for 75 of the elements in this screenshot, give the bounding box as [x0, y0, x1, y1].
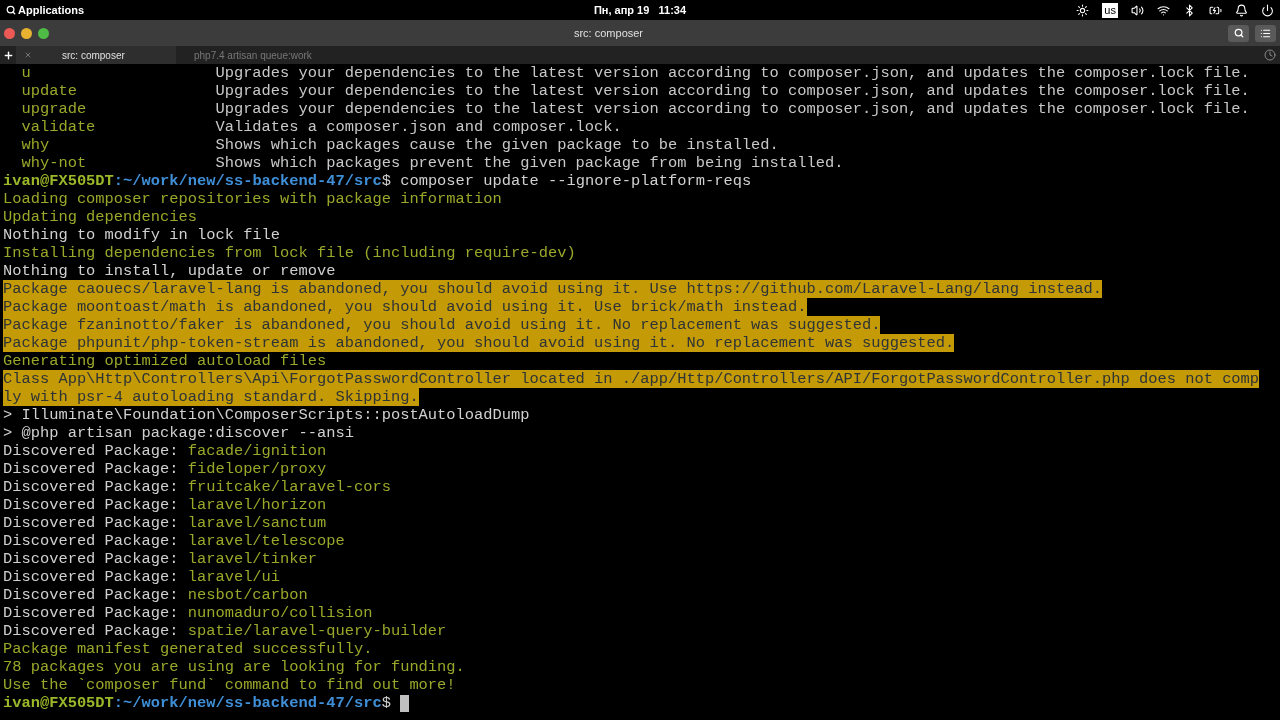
command-name: update	[21, 82, 78, 100]
prompt-user: ivan@FX505DT	[3, 172, 114, 190]
volume-icon[interactable]	[1131, 3, 1144, 17]
package-name: laravel/ui	[187, 568, 281, 586]
tab[interactable]: php7.4 artisan queue:work	[176, 46, 336, 64]
package-name: laravel/horizon	[187, 496, 327, 514]
package-name: facade/ignition	[187, 442, 327, 460]
package-name: laravel/sanctum	[187, 514, 327, 532]
command-name: upgrade	[21, 100, 88, 118]
menu-button[interactable]	[1255, 24, 1276, 42]
package-name: nunomaduro/collision	[187, 604, 373, 622]
maximize-button[interactable]	[38, 27, 49, 39]
output-line: Use the `composer fund` command to find out more!	[3, 676, 456, 694]
package-name: nesbot/carbon	[187, 586, 308, 604]
keyboard-layout[interactable]: us	[1102, 2, 1118, 18]
plus-icon	[2, 49, 14, 61]
prompt-user: ivan@FX505DT	[3, 694, 114, 712]
output-label: Discovered Package:	[3, 532, 179, 550]
command-text: composer update --ignore-platform-reqs	[400, 172, 752, 190]
package-name: fideloper/proxy	[187, 460, 327, 478]
tab[interactable]: src: composer	[16, 46, 176, 64]
search-icon	[1233, 28, 1244, 38]
output-label: Discovered Package:	[3, 460, 179, 478]
bluetooth-icon[interactable]	[1183, 3, 1196, 17]
search-button[interactable]	[1228, 24, 1249, 42]
command-description: Shows which packages prevent the given package from being installed.	[215, 154, 844, 172]
brightness-icon[interactable]	[1076, 3, 1090, 17]
close-tab-icon[interactable]	[24, 51, 32, 59]
command-description: Upgrades your dependencies to the latest version according to composer.json, and updates the composer.lock file.	[215, 64, 1250, 82]
package-name: laravel/telescope	[187, 532, 345, 550]
command-description: Upgrades your dependencies to the latest version according to composer.json, and updates the composer.lock file.	[215, 82, 1250, 100]
command-description: Upgrades your dependencies to the latest version according to composer.json, and updates the composer.lock file.	[215, 100, 1250, 118]
output-label: Discovered Package:	[3, 550, 179, 568]
output-line: Generating optimized autoload files	[3, 352, 327, 370]
close-button[interactable]	[4, 27, 15, 39]
history-icon[interactable]	[1264, 49, 1276, 61]
command-description: Validates a composer.json and composer.lock.	[215, 118, 622, 136]
output-line: Nothing to install, update or remove	[3, 262, 336, 280]
output-label: Discovered Package:	[3, 442, 179, 460]
output-line: > Illuminate\Foundation\ComposerScripts::postAutoloadDump	[3, 406, 530, 424]
output-label: Discovered Package:	[3, 622, 179, 640]
package-name: spatie/laravel-query-builder	[187, 622, 447, 640]
prompt-symbol: $	[381, 172, 391, 190]
output-line: Package manifest generated successfully.	[3, 640, 373, 658]
output-line: Nothing to modify in lock file	[3, 226, 281, 244]
search-icon	[6, 5, 16, 15]
output-label: Discovered Package:	[3, 586, 179, 604]
command-name: why	[21, 136, 51, 154]
menu-icon	[1260, 27, 1271, 39]
output-label: Discovered Package:	[3, 478, 179, 496]
command-name: u	[21, 64, 32, 82]
command-name: validate	[21, 118, 97, 136]
command-name: why-not	[21, 154, 88, 172]
output-line: > @php artisan package:discover --ansi	[3, 424, 354, 442]
prompt-path: :~/work/new/ss-backend-47/src	[113, 172, 382, 190]
package-name: fruitcake/laravel-cors	[187, 478, 391, 496]
output-line: Loading composer repositories with package information	[3, 190, 502, 208]
wifi-icon[interactable]	[1157, 3, 1170, 17]
output-line: Updating dependencies	[3, 208, 197, 226]
notification-icon[interactable]	[1235, 3, 1248, 17]
output-label: Discovered Package:	[3, 604, 179, 622]
output-label: Discovered Package:	[3, 568, 179, 586]
prompt-symbol: $	[381, 694, 391, 712]
command-description: Shows which packages cause the given package to be installed.	[215, 136, 779, 154]
output-label: Discovered Package:	[3, 514, 179, 532]
clock: Пн, апр 19 11:34	[593, 2, 687, 18]
power-icon[interactable]	[1261, 3, 1274, 17]
applications-menu[interactable]: Applications	[18, 1, 84, 19]
output-line: 78 packages you are using are looking for funding.	[3, 658, 465, 676]
package-name: laravel/tinker	[187, 550, 318, 568]
prompt-path: :~/work/new/ss-backend-47/src	[113, 694, 382, 712]
output-label: Discovered Package:	[3, 496, 179, 514]
output-line: Installing dependencies from lock file (including require-dev)	[3, 244, 576, 262]
window-title: src: composer	[572, 25, 645, 41]
minimize-button[interactable]	[21, 27, 32, 39]
